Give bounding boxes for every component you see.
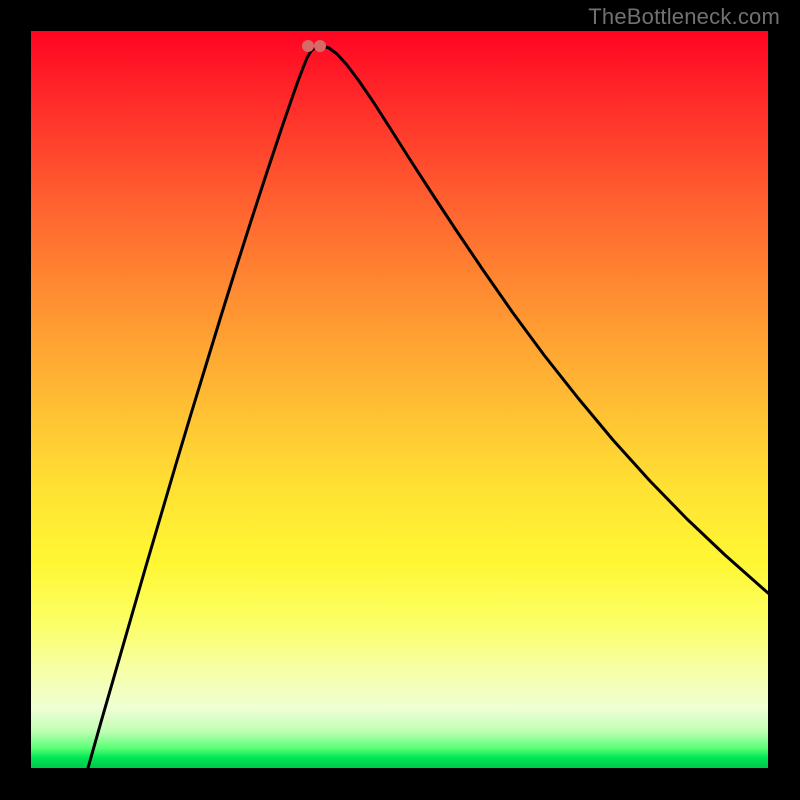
chart-stage: TheBottleneck.com bbox=[0, 0, 800, 800]
min-point-marker-b bbox=[314, 40, 326, 52]
plot-area bbox=[31, 31, 768, 768]
curve-svg bbox=[31, 31, 768, 768]
bottleneck-curve bbox=[88, 46, 768, 768]
watermark-text: TheBottleneck.com bbox=[588, 4, 780, 30]
min-point-marker-a bbox=[302, 40, 314, 52]
